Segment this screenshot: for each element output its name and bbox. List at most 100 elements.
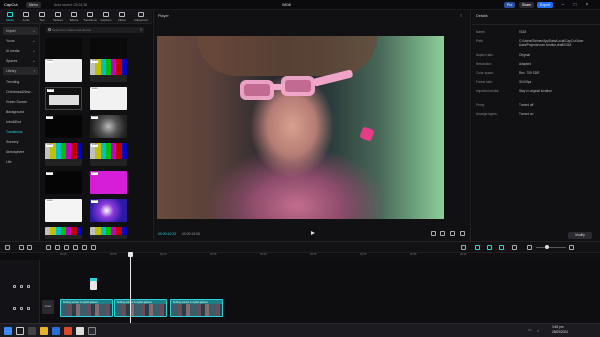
timeline-ruler[interactable]: 00:00 00:05 00:10 00:15 00:20 00:25 00:3… — [40, 253, 600, 260]
crop-icon[interactable] — [91, 245, 96, 250]
zoom-slider[interactable] — [536, 247, 566, 248]
app-icon[interactable] — [88, 327, 96, 335]
redo-icon[interactable] — [27, 245, 32, 250]
modify-button[interactable]: Modify — [568, 232, 592, 239]
file-explorer-icon[interactable] — [40, 327, 48, 335]
export-button[interactable]: Export — [537, 2, 553, 8]
nav-library[interactable]: Library ▾ — [3, 67, 38, 75]
search-input[interactable]: Search for videos and photos — [46, 27, 144, 33]
lock-icon[interactable] — [13, 307, 16, 310]
nav-green-screen[interactable]: Green Screen — [3, 98, 38, 106]
tool-filters[interactable]: Filters — [115, 11, 129, 23]
media-thumb[interactable] — [45, 227, 82, 239]
media-thumb[interactable]: 00:05 — [45, 59, 82, 82]
media-thumb[interactable]: 00:05 — [90, 115, 127, 138]
nav-import[interactable]: Import ▸ — [3, 27, 38, 35]
tool-media[interactable]: Media — [3, 11, 17, 23]
zoom-fit-icon[interactable] — [512, 245, 517, 250]
overlay-clip[interactable] — [90, 281, 97, 290]
filter-icon[interactable]: ≡ — [140, 27, 142, 32]
split-right-icon[interactable] — [64, 245, 69, 250]
media-thumb[interactable]: 00:05 — [90, 171, 127, 194]
nav-transitions[interactable]: Transitions — [3, 128, 38, 136]
search-icon[interactable] — [16, 327, 24, 335]
undo-icon[interactable] — [19, 245, 24, 250]
close-icon[interactable]: × — [582, 1, 592, 9]
media-thumb[interactable]: 00:05 — [90, 143, 127, 166]
zoom-in-icon[interactable] — [569, 245, 574, 250]
magnet-icon[interactable] — [475, 245, 480, 250]
tool-audio[interactable]: Audio — [19, 11, 33, 23]
video-clip[interactable]: Smiling woman in stylish glasses — [114, 299, 167, 317]
audio-mute-icon[interactable] — [27, 285, 30, 288]
media-thumb[interactable]: 00:05 — [45, 143, 82, 166]
tool-effects[interactable]: Effects — [67, 11, 81, 23]
media-thumb[interactable] — [45, 38, 82, 61]
link-icon[interactable] — [487, 245, 492, 250]
tool-transitions[interactable]: Transitions — [83, 11, 97, 23]
edge-icon[interactable] — [52, 327, 60, 335]
media-thumb[interactable]: 00:05 — [45, 199, 82, 222]
nav-trending[interactable]: Trending — [3, 78, 38, 86]
nav-background[interactable]: Background — [3, 108, 38, 116]
zoom-slider-knob[interactable] — [545, 245, 549, 249]
task-view-icon[interactable] — [28, 327, 36, 335]
nav-life[interactable]: Life — [3, 158, 38, 166]
tool-captions[interactable]: Captions — [99, 11, 113, 23]
nav-yours[interactable]: Yours ▸ — [3, 37, 38, 45]
media-thumb[interactable]: 00:05 — [90, 87, 127, 110]
nav-christmas[interactable]: Christmas&New... — [3, 88, 38, 96]
audio-mute-icon[interactable] — [27, 307, 30, 310]
media-thumb[interactable]: 00:05 — [45, 87, 82, 110]
nav-scenery[interactable]: Scenery — [3, 138, 38, 146]
mic-icon[interactable] — [461, 245, 466, 250]
media-thumb[interactable] — [90, 227, 127, 239]
preview-axis-icon[interactable] — [499, 245, 504, 250]
lock-icon[interactable] — [13, 285, 16, 288]
video-clip[interactable]: Smiling woman in stylish glasses — [60, 299, 113, 317]
app-icon[interactable] — [64, 327, 72, 335]
play-icon[interactable] — [311, 231, 315, 235]
split-icon[interactable] — [46, 245, 51, 250]
capcut-icon[interactable] — [76, 327, 84, 335]
fit-icon[interactable] — [431, 231, 436, 236]
share-button[interactable]: Share — [519, 2, 535, 8]
cover-button[interactable]: Cover — [42, 300, 54, 314]
tool-stickers[interactable]: Stickers — [51, 11, 65, 23]
zoom-out-icon[interactable] — [527, 245, 532, 250]
windows-start-icon[interactable] — [4, 327, 12, 335]
menu-button[interactable]: Menu — [26, 2, 41, 8]
eye-icon[interactable] — [20, 307, 23, 310]
playhead[interactable] — [130, 253, 131, 323]
freeze-icon[interactable] — [82, 245, 87, 250]
nav-intro-end[interactable]: Intro&End — [3, 118, 38, 126]
media-thumb[interactable]: 00:05 — [90, 59, 127, 82]
video-preview[interactable] — [157, 36, 444, 219]
detail-value: Adapted — [519, 62, 531, 66]
clock-date[interactable]: 28/09/2024 — [552, 330, 568, 335]
minimize-icon[interactable]: – — [558, 1, 568, 9]
pro-badge[interactable]: Pro — [504, 2, 516, 8]
ratio-icon[interactable] — [440, 231, 445, 236]
media-thumb[interactable]: 00:05 — [90, 199, 127, 222]
delete-icon[interactable] — [73, 245, 78, 250]
eye-icon[interactable] — [20, 285, 23, 288]
nav-atmosphere[interactable]: Atmosphere — [3, 148, 38, 156]
nav-spaces[interactable]: Spaces ▸ — [3, 57, 38, 65]
nav-ai-media[interactable]: AI media ▸ — [3, 47, 38, 55]
tool-text[interactable]: Text — [35, 11, 49, 23]
wifi-icon[interactable]: ◠ — [528, 327, 532, 335]
select-icon[interactable] — [5, 245, 10, 250]
fullscreen-icon[interactable] — [450, 231, 455, 236]
maximize-icon[interactable]: □ — [570, 1, 580, 9]
expand-icon[interactable] — [460, 231, 465, 236]
media-thumb[interactable] — [90, 38, 127, 61]
volume-icon[interactable]: ♪ — [537, 327, 539, 335]
media-thumb[interactable]: 00:05 — [45, 115, 82, 138]
split-left-icon[interactable] — [55, 245, 60, 250]
playhead-handle[interactable] — [128, 252, 133, 257]
video-clip[interactable]: Smiling woman in stylish glasses — [170, 299, 223, 317]
media-thumb[interactable]: 00:05 — [45, 171, 82, 194]
player-menu-icon[interactable]: ≡ — [460, 13, 462, 18]
tool-adjustment[interactable]: Adjustment — [132, 11, 150, 23]
